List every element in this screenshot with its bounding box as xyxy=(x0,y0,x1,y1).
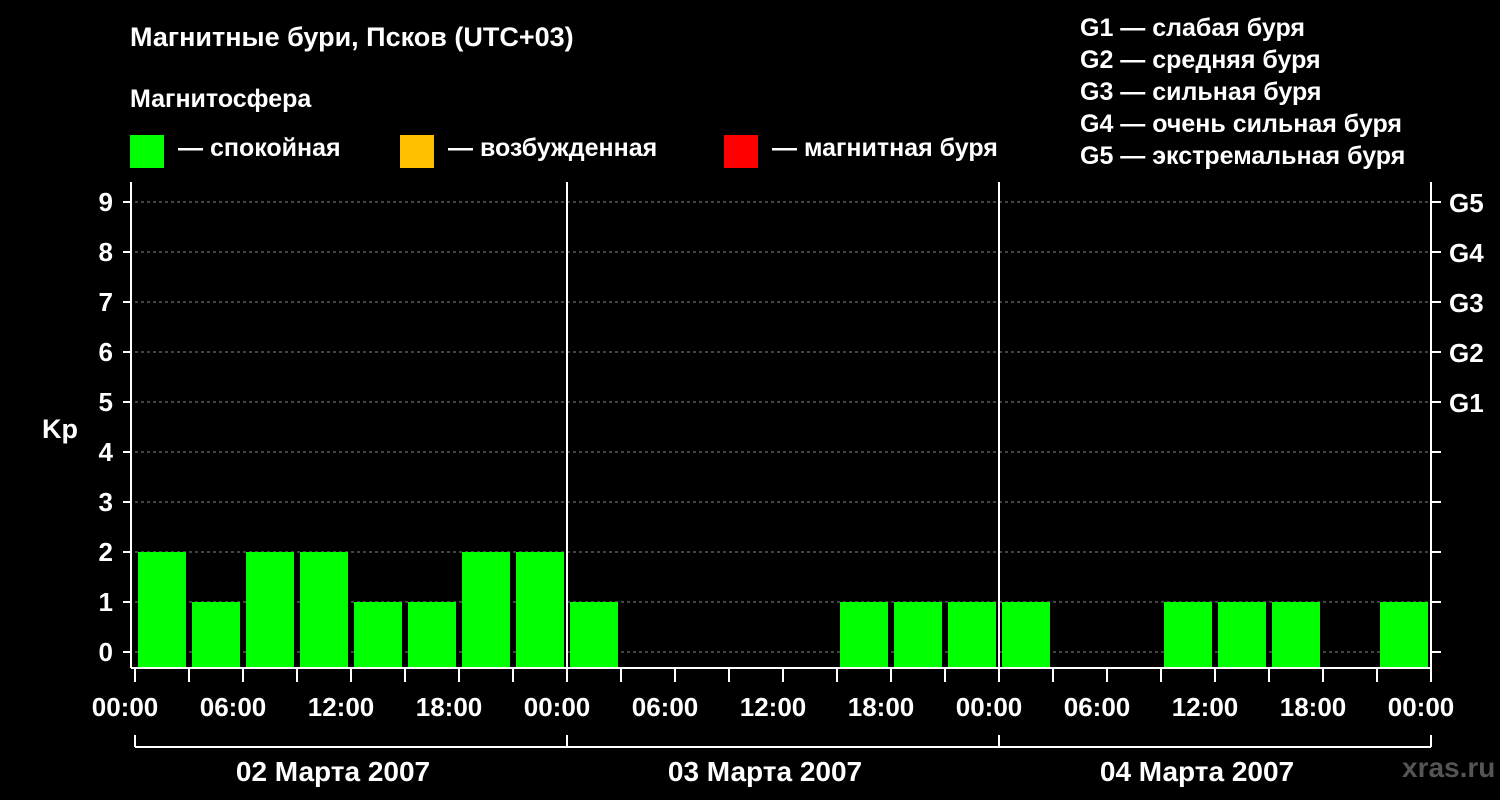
x-tick-label: 00:00 xyxy=(524,692,591,722)
x-tick-label: 18:00 xyxy=(1280,692,1347,722)
storm-level-label: G1 xyxy=(1449,388,1484,418)
kp-bar xyxy=(192,602,240,667)
y-tick-label: 0 xyxy=(99,637,113,667)
x-tick-label: 00:00 xyxy=(1388,692,1455,722)
x-tick-label: 06:00 xyxy=(1064,692,1131,722)
kp-bar xyxy=(138,552,186,667)
y-tick-label: 6 xyxy=(99,337,113,367)
x-tick-label: 12:00 xyxy=(740,692,807,722)
y-tick-label: 7 xyxy=(99,287,113,317)
kp-bar xyxy=(408,602,456,667)
y-tick-label: 8 xyxy=(99,237,113,267)
y-tick-label: 9 xyxy=(99,187,113,217)
kp-bar xyxy=(300,552,348,667)
y-tick-label: 3 xyxy=(99,487,113,517)
y-axis-label: Kp xyxy=(42,414,78,444)
kp-bar xyxy=(840,602,888,667)
y-tick-label: 5 xyxy=(99,387,113,417)
kp-bar xyxy=(1218,602,1266,667)
y-tick-label: 4 xyxy=(99,437,114,467)
kp-bar xyxy=(570,602,618,667)
kp-bar xyxy=(246,552,294,667)
storm-level-label: G2 xyxy=(1449,338,1484,368)
storm-level-label: G4 xyxy=(1449,238,1484,268)
kp-bar xyxy=(948,602,996,667)
kp-bar xyxy=(1164,602,1212,667)
kp-bar xyxy=(516,552,564,667)
kp-bar xyxy=(462,552,510,667)
date-label: 03 Марта 2007 xyxy=(668,756,862,787)
kp-bar xyxy=(1380,602,1428,667)
x-tick-label: 06:00 xyxy=(632,692,699,722)
x-tick-label: 00:00 xyxy=(92,692,159,722)
x-tick-label: 12:00 xyxy=(308,692,375,722)
date-label: 04 Марта 2007 xyxy=(1100,756,1294,787)
y-tick-label: 1 xyxy=(99,587,113,617)
kp-bar xyxy=(894,602,942,667)
x-tick-label: 00:00 xyxy=(956,692,1023,722)
kp-bar xyxy=(1272,602,1320,667)
x-tick-label: 12:00 xyxy=(1172,692,1239,722)
kp-bar xyxy=(1002,602,1050,667)
date-label: 02 Марта 2007 xyxy=(236,756,430,787)
kp-chart: 0 1 2 3 4 5 6 7 8 9 G1 G2 G3 G4 G5 Kp 00:00 06:00 12:00 18:… xyxy=(42,182,1484,787)
storm-level-label: G3 xyxy=(1449,288,1484,318)
kp-bar xyxy=(354,602,402,667)
y-tick-label: 2 xyxy=(99,537,113,567)
x-tick-label: 18:00 xyxy=(416,692,483,722)
storm-level-label: G5 xyxy=(1449,188,1484,218)
x-tick-label: 06:00 xyxy=(200,692,267,722)
watermark: xras.ru xyxy=(1402,752,1496,783)
x-tick-label: 18:00 xyxy=(848,692,915,722)
